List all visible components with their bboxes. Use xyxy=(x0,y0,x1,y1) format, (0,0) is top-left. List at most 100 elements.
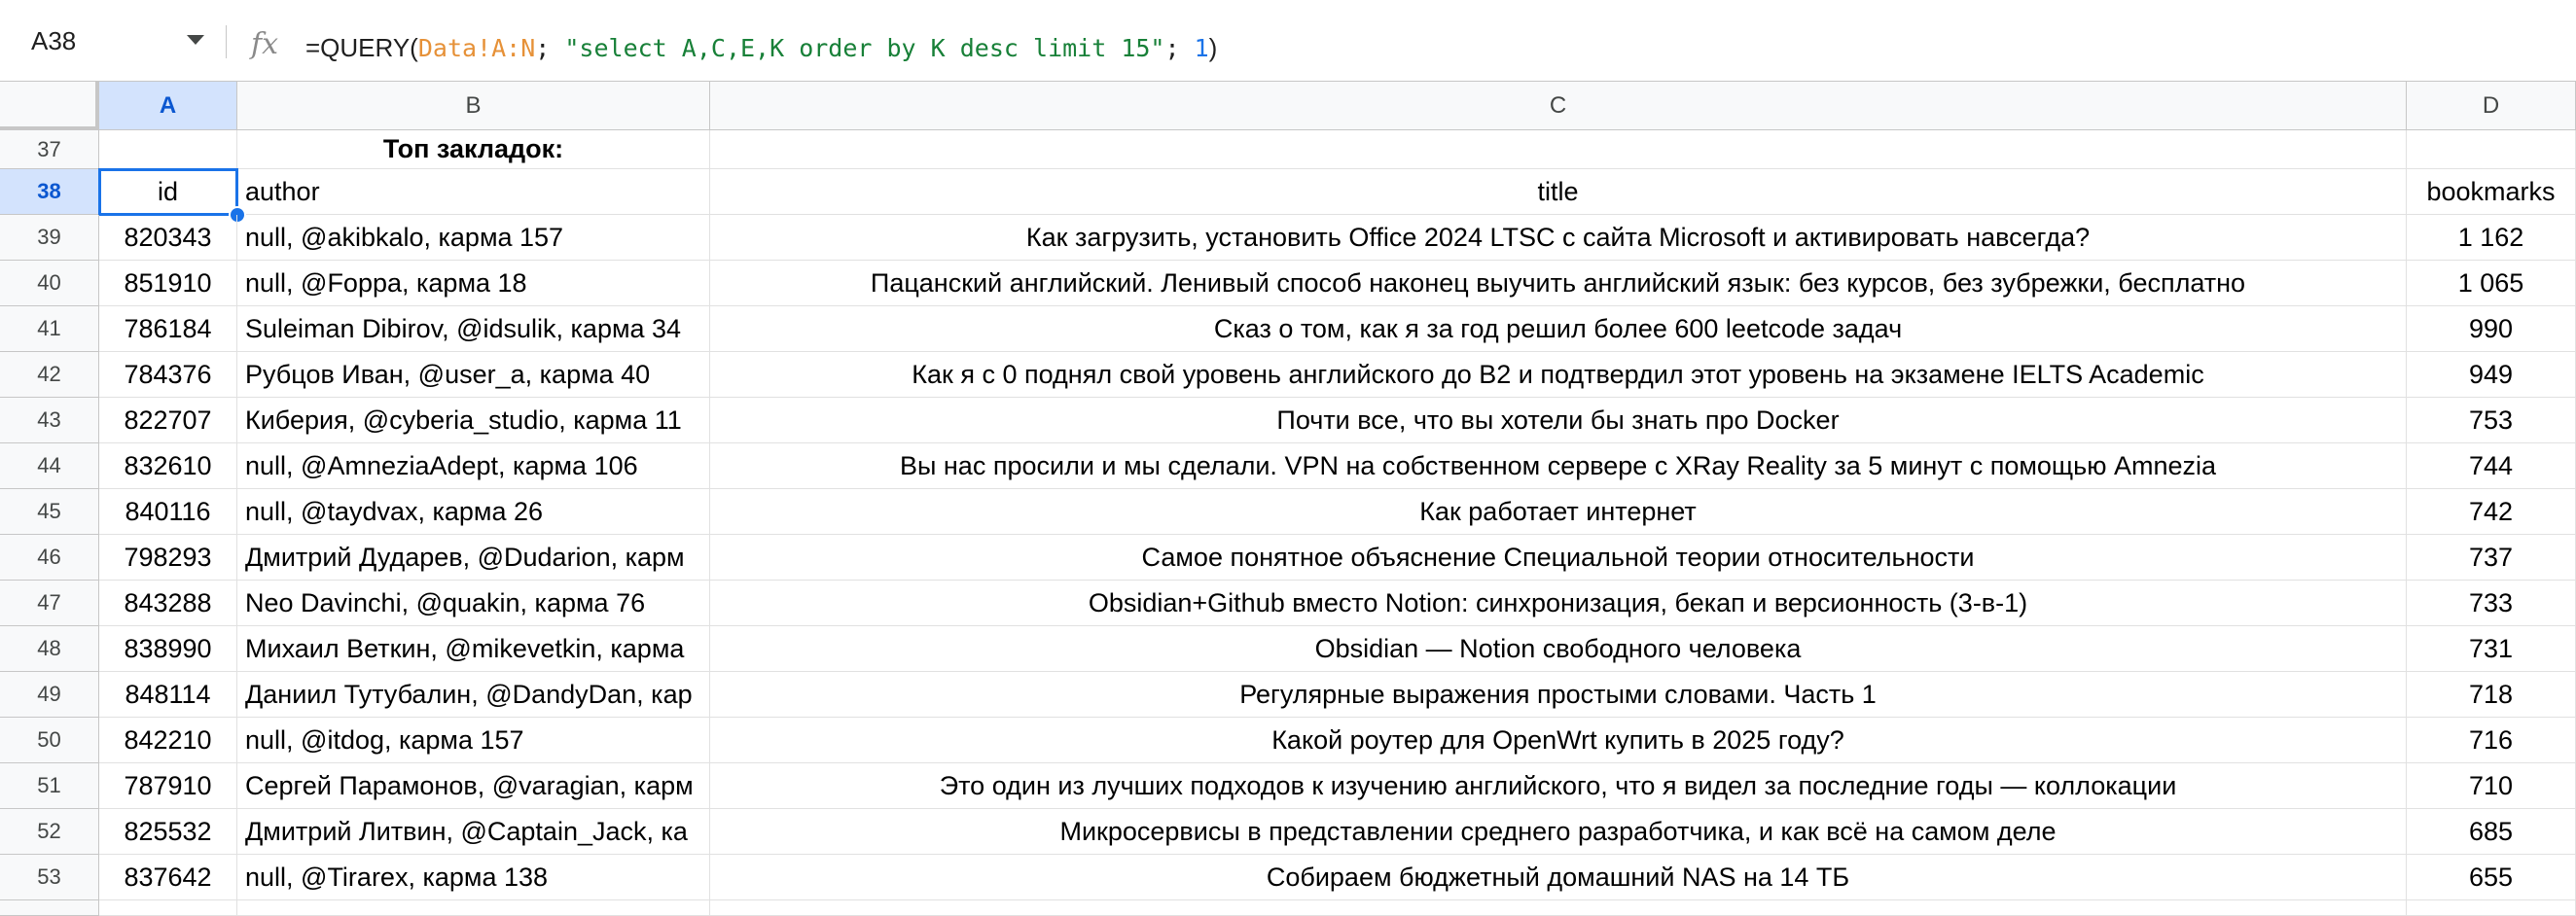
table-cell-title[interactable]: Вы нас просили и мы сделали. VPN на собс… xyxy=(710,443,2407,489)
table-cell-bookmarks[interactable]: 742 xyxy=(2407,489,2576,535)
name-box[interactable]: A38 xyxy=(0,16,220,66)
row-header[interactable]: 53 xyxy=(0,855,99,900)
table-cell-bookmarks[interactable]: 716 xyxy=(2407,718,2576,763)
column-header-c[interactable]: C xyxy=(710,82,2407,130)
cell[interactable] xyxy=(2407,900,2576,916)
row-header[interactable]: 47 xyxy=(0,581,99,626)
table-cell-author[interactable]: Дмитрий Литвин, @Captain_Jack, ка xyxy=(237,809,710,855)
table-cell-id[interactable]: 798293 xyxy=(99,535,237,581)
table-cell-author[interactable]: Сергей Парамонов, @varagian, карм xyxy=(237,763,710,809)
table-cell-author[interactable]: Дмитрий Дударев, @Dudarion, карм xyxy=(237,535,710,581)
table-cell-title[interactable]: Собираем бюджетный домашний NAS на 14 ТБ xyxy=(710,855,2407,900)
row-header[interactable]: 44 xyxy=(0,443,99,489)
column-header-a[interactable]: A xyxy=(99,82,237,130)
table-cell-title[interactable]: Как загрузить, установить Office 2024 LT… xyxy=(710,215,2407,261)
row-header[interactable]: 38 xyxy=(0,169,99,215)
table-cell-author[interactable]: Рубцов Иван, @user_a, карма 40 xyxy=(237,352,710,398)
row-header[interactable]: 52 xyxy=(0,809,99,855)
table-cell-bookmarks[interactable]: 744 xyxy=(2407,443,2576,489)
table-cell-title[interactable]: Как я с 0 поднял свой уровень английског… xyxy=(710,352,2407,398)
table-cell-bookmarks[interactable]: 685 xyxy=(2407,809,2576,855)
table-cell-bookmarks[interactable]: 1 162 xyxy=(2407,215,2576,261)
formula-input[interactable]: =QUERY(Data!A:N; "select A,C,E,K order b… xyxy=(305,33,1217,63)
table-cell-bookmarks[interactable]: 1 065 xyxy=(2407,261,2576,306)
table-cell-bookmarks[interactable]: 731 xyxy=(2407,626,2576,672)
table-cell-bookmarks[interactable]: 718 xyxy=(2407,672,2576,718)
cell[interactable] xyxy=(710,900,2407,916)
table-cell-author[interactable]: Даниил Тутубалин, @DandyDan, кар xyxy=(237,672,710,718)
section-title[interactable]: Топ закладок: xyxy=(237,130,710,169)
table-cell-bookmarks[interactable]: 737 xyxy=(2407,535,2576,581)
table-cell-bookmarks[interactable]: 733 xyxy=(2407,581,2576,626)
table-cell-id[interactable]: 784376 xyxy=(99,352,237,398)
table-cell-id[interactable]: 787910 xyxy=(99,763,237,809)
row-header[interactable]: 45 xyxy=(0,489,99,535)
table-cell-id[interactable]: 848114 xyxy=(99,672,237,718)
table-cell-title[interactable]: Микросервисы в представлении среднего ра… xyxy=(710,809,2407,855)
table-cell-title[interactable]: Самое понятное объяснение Специальной те… xyxy=(710,535,2407,581)
table-cell-title[interactable]: Пацанский английский. Ленивый способ нак… xyxy=(710,261,2407,306)
row-header[interactable]: 43 xyxy=(0,398,99,443)
cell[interactable] xyxy=(2407,130,2576,169)
table-cell-title[interactable]: Сказ о том, как я за год решил более 600… xyxy=(710,306,2407,352)
table-cell-id[interactable]: 832610 xyxy=(99,443,237,489)
table-cell-author[interactable]: null, @itdog, карма 157 xyxy=(237,718,710,763)
table-cell-id[interactable]: 825532 xyxy=(99,809,237,855)
row-header[interactable]: 51 xyxy=(0,763,99,809)
table-cell-author[interactable]: null, @taydvax, карма 26 xyxy=(237,489,710,535)
name-box-value[interactable]: A38 xyxy=(31,26,76,56)
table-cell-title[interactable]: Регулярные выражения простыми словами. Ч… xyxy=(710,672,2407,718)
table-cell-id[interactable]: 842210 xyxy=(99,718,237,763)
row-header[interactable]: 49 xyxy=(0,672,99,718)
table-cell-author[interactable]: null, @Tirarex, карма 138 xyxy=(237,855,710,900)
column-header-b[interactable]: B xyxy=(237,82,710,130)
row-header[interactable]: 37 xyxy=(0,130,99,169)
cell[interactable] xyxy=(710,130,2407,169)
table-cell-author[interactable]: null, @Foppa, карма 18 xyxy=(237,261,710,306)
select-all-corner[interactable] xyxy=(0,82,99,130)
table-cell-bookmarks[interactable]: 990 xyxy=(2407,306,2576,352)
cell[interactable] xyxy=(237,900,710,916)
table-cell-id[interactable]: 840116 xyxy=(99,489,237,535)
row-header[interactable]: 50 xyxy=(0,718,99,763)
table-cell-id[interactable]: 838990 xyxy=(99,626,237,672)
table-cell-author[interactable]: null, @AmneziaAdept, карма 106 xyxy=(237,443,710,489)
table-cell-author[interactable]: Михаил Веткин, @mikevetkin, карма xyxy=(237,626,710,672)
table-cell-bookmarks[interactable]: 655 xyxy=(2407,855,2576,900)
formula-token: ; xyxy=(1164,34,1195,62)
row-header[interactable]: 40 xyxy=(0,261,99,306)
table-cell-bookmarks[interactable]: 710 xyxy=(2407,763,2576,809)
table-cell-id[interactable]: 837642 xyxy=(99,855,237,900)
table-cell-id[interactable]: 851910 xyxy=(99,261,237,306)
table-cell-bookmarks[interactable]: 949 xyxy=(2407,352,2576,398)
table-cell-title[interactable]: Это один из лучших подходов к изучению а… xyxy=(710,763,2407,809)
table-cell-title[interactable]: Почти все, что вы хотели бы знать про Do… xyxy=(710,398,2407,443)
row-header[interactable]: 39 xyxy=(0,215,99,261)
table-cell-id[interactable]: 843288 xyxy=(99,581,237,626)
cell[interactable] xyxy=(99,130,237,169)
table-cell-id[interactable]: 820343 xyxy=(99,215,237,261)
header-cell-title[interactable]: title xyxy=(710,169,2407,215)
table-cell-title[interactable]: Как работает интернет xyxy=(710,489,2407,535)
row-header[interactable] xyxy=(0,900,99,916)
row-header[interactable]: 41 xyxy=(0,306,99,352)
cell[interactable] xyxy=(99,900,237,916)
table-cell-id[interactable]: 822707 xyxy=(99,398,237,443)
header-cell-bookmarks[interactable]: bookmarks xyxy=(2407,169,2576,215)
table-cell-title[interactable]: Obsidian+Github вместо Notion: синхрониз… xyxy=(710,581,2407,626)
chevron-down-icon[interactable] xyxy=(187,35,204,45)
column-header-d[interactable]: D xyxy=(2407,82,2576,130)
table-cell-id[interactable]: 786184 xyxy=(99,306,237,352)
table-cell-author[interactable]: Neo Davinchi, @quakin, карма 76 xyxy=(237,581,710,626)
header-cell-author[interactable]: author xyxy=(237,169,710,215)
table-cell-author[interactable]: null, @akibkalo, карма 157 xyxy=(237,215,710,261)
header-cell-id[interactable]: id xyxy=(99,169,237,215)
table-cell-author[interactable]: Киберия, @cyberia_studio, карма 11 xyxy=(237,398,710,443)
table-cell-title[interactable]: Obsidian — Notion свободного человека xyxy=(710,626,2407,672)
row-header[interactable]: 42 xyxy=(0,352,99,398)
table-cell-bookmarks[interactable]: 753 xyxy=(2407,398,2576,443)
table-cell-title[interactable]: Какой роутер для OpenWrt купить в 2025 г… xyxy=(710,718,2407,763)
row-header[interactable]: 46 xyxy=(0,535,99,581)
row-header[interactable]: 48 xyxy=(0,626,99,672)
table-cell-author[interactable]: Suleiman Dibirov, @idsulik, карма 34 xyxy=(237,306,710,352)
